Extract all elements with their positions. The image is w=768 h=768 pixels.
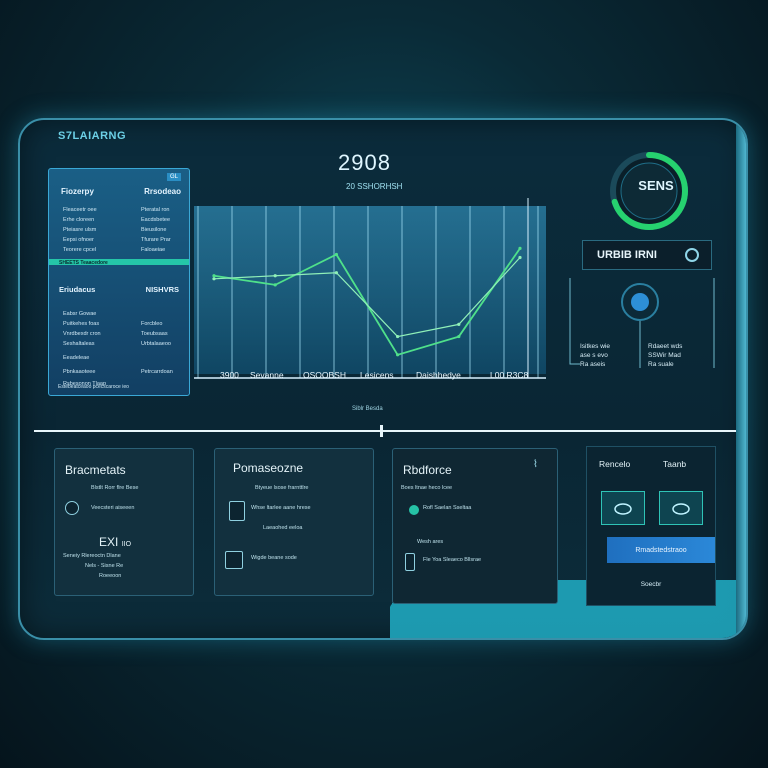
data-point xyxy=(457,322,461,326)
chart-footer: Siblr Besda xyxy=(352,406,383,412)
list-item: Eepsi ofnoer Tfurare Prar xyxy=(63,237,171,243)
list-item: Seshaltaleas Urbtalaaeoo xyxy=(63,341,171,347)
list-item: Puitkehes foas Forcbleo xyxy=(63,321,163,327)
tile-button-1[interactable] xyxy=(601,491,645,525)
card-title: Rbdforce xyxy=(403,463,452,477)
list-item: Pteiasre ulsm Bieusilone xyxy=(63,227,167,233)
list-item: Erhe cloreen Eacdsbetee xyxy=(63,217,171,223)
card-pomaseozne[interactable]: Pomaseozne Btyeue lsose frarnttlre Whse … xyxy=(214,448,374,596)
data-point xyxy=(273,274,277,278)
left-card-header2-left: Eriudacus xyxy=(59,285,96,294)
card-line: Boes ltnae heco lcee xyxy=(401,485,453,491)
list-item: Teorere cpcel Faloaeiae xyxy=(63,247,166,253)
left-data-card: GL Fiozerpy Rrsodeao Fleaceetr oee Pterat… xyxy=(48,168,190,396)
data-point xyxy=(518,255,522,260)
card-big-value: EXI IIO xyxy=(99,535,132,549)
card-line: Fle Yoa Sleaeco Bllsrae xyxy=(423,557,482,563)
card-line: Wesh ares xyxy=(417,539,444,545)
data-point xyxy=(273,283,277,287)
dashboard-panel: S7LAIARNG GL Fiozerpy Rrsodeao Fleaceetr… xyxy=(18,118,748,640)
cloud-icon xyxy=(672,503,690,515)
signal-icon: ⌇ xyxy=(533,459,538,470)
app-title: S7LAIARNG xyxy=(58,130,127,142)
card-line: Seneiy Rlereoctn Dlane xyxy=(63,553,121,559)
right-panel-label-left: Rencelo xyxy=(599,459,631,469)
card-line: Whse ltarlee aane hrese xyxy=(251,505,311,511)
right-panel-footer: Soecbr xyxy=(640,581,662,588)
data-point xyxy=(334,271,338,275)
gauge-value: SENS xyxy=(638,178,674,193)
data-point xyxy=(518,246,522,250)
chart-subtitle: 20 SSHORHSH xyxy=(346,182,403,191)
tile-button-2[interactable] xyxy=(659,491,703,525)
toggle-label: URBIB IRNI xyxy=(597,249,657,261)
left-card-strip-label: SHEETS Teaacedore xyxy=(59,260,108,266)
x-tick-label: Lesicens xyxy=(360,370,394,380)
primary-button[interactable]: Rmadstedstraoo xyxy=(607,537,715,563)
card-title: Bracmetats xyxy=(65,463,126,477)
card-line: Nels - Sisne Re xyxy=(85,563,124,569)
right-panel-label-right: Taanb xyxy=(663,459,687,469)
list-item: Eabsr Gowae xyxy=(63,311,97,317)
card-bracmetats[interactable]: Bracmetats Blstlt Rorr flre Bese Veecste… xyxy=(54,448,194,596)
card-line: Rofl Saelan Sseltaa xyxy=(423,505,472,511)
data-point xyxy=(212,274,216,278)
right-stat-2: Rdaeet wds SSWir Mad Ra suale xyxy=(648,343,683,368)
toggle-knob-icon[interactable] xyxy=(685,248,699,262)
status-dot-icon xyxy=(409,505,419,515)
card-line: Btyeue lsose frarnttlre xyxy=(255,485,309,491)
divider-marker xyxy=(380,425,383,437)
data-point xyxy=(212,277,216,281)
status-toggle[interactable]: URBIB IRNI xyxy=(582,240,712,270)
chart-plot-area xyxy=(194,206,546,374)
status-icon xyxy=(65,501,79,515)
card-rbdforce[interactable]: Rbdforce ⌇ Boes ltnae heco lcee Rofl Sae… xyxy=(392,448,558,604)
x-tick-label: Sevanne xyxy=(250,370,284,380)
list-item: Pbnkaaoteee Petrcarrdoan xyxy=(63,369,173,375)
card-line: Veecsteri aiseeen xyxy=(91,505,135,511)
device-icon xyxy=(225,551,243,569)
card-line: Laeaohed eeloa xyxy=(263,525,303,531)
left-card-header-right: Rrsodeao xyxy=(144,187,181,196)
chart-title: 2908 xyxy=(338,150,391,175)
phone-icon xyxy=(405,553,415,571)
left-card-badge: GL xyxy=(166,173,181,181)
x-tick-label: OSOOBSH xyxy=(303,370,346,380)
left-card-footer: Estebeatceaoo pcecscaroce ieo xyxy=(58,384,129,390)
cloud-icon xyxy=(614,503,632,515)
list-item: Vnrdbexdr cron Toeubsaas xyxy=(63,331,168,337)
left-card-header-left: Fiozerpy xyxy=(61,187,94,196)
card-line: Blstlt Rorr flre Bese xyxy=(91,485,139,491)
data-point xyxy=(396,334,400,339)
card-title: Pomaseozne xyxy=(233,461,304,475)
x-tick-label: Daishhedye xyxy=(416,370,461,380)
right-stat-1: Isitkes wie ase s evo Ra aseis xyxy=(580,343,610,368)
list-item: Fleaceetr oee Pteratal ron xyxy=(63,207,170,213)
card-line: Wigde beane sode xyxy=(251,555,297,561)
section-divider xyxy=(34,430,738,432)
left-card-header2-right: NISHVRS xyxy=(145,285,179,294)
right-control-panel: Rencelo Taanb Rmadstedstraoo Soecbr xyxy=(586,446,716,606)
document-icon xyxy=(229,501,245,521)
data-point xyxy=(457,334,461,339)
x-tick-label: 3900 xyxy=(220,370,239,380)
card-line: Roeeoon xyxy=(99,573,122,579)
data-point xyxy=(396,353,400,357)
data-point xyxy=(334,252,338,257)
list-item: Eeadeleae xyxy=(63,355,90,361)
line-chart xyxy=(194,198,546,379)
x-tick-label: L00 R3C8 xyxy=(490,370,529,380)
